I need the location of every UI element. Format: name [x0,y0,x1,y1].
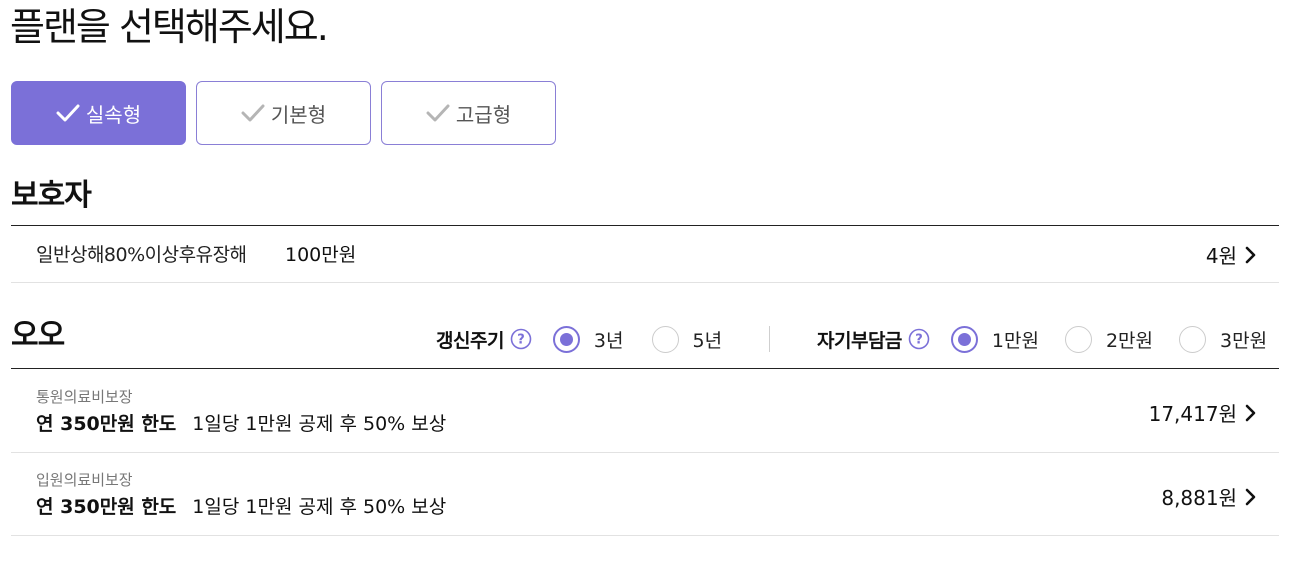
renewal-option-radio[interactable]: 3년 [552,325,624,353]
coverage-limit: 연 350만원 한도 [36,413,177,435]
renewal-period-label: 갱신주기 [436,329,504,352]
radio-label: 1만원 [991,329,1039,352]
row-divider [11,535,1279,536]
chevron-right-icon [1245,404,1257,422]
page-title: 플랜을 선택해주세요. [10,5,329,49]
coverage-price[interactable]: 4원 [1206,240,1257,269]
deductible-option-radio[interactable]: 1만원 [950,325,1039,353]
chevron-right-icon [1245,488,1257,506]
coverage-item-row[interactable]: 입원의료비보장 연 350만원 한도 1일당 1만원 공제 후 50% 보상 8,… [11,453,1279,535]
coverage-item-row[interactable]: 통원의료비보장 연 350만원 한도 1일당 1만원 공제 후 50% 보상 17… [11,369,1279,452]
coverage-item-description: 연 350만원 한도 1일당 1만원 공제 후 50% 보상 [36,409,446,436]
radio-button[interactable] [950,325,978,353]
coverage-limit: 연 350만원 한도 [36,496,177,518]
row-divider [11,282,1279,283]
radio-label: 3년 [593,329,624,352]
plan-selector: 실속형 기본형 고급형 [11,81,556,145]
coverage-amount: 100만원 [285,244,357,266]
deductible-option-radio[interactable]: 2만원 [1064,325,1154,353]
radio-label: 2만원 [1105,329,1154,352]
chevron-right-icon [1245,246,1257,264]
plan-selection-page: 플랜을 선택해주세요. 실속형 기본형 고급형 보호자 일반상해80%이상후유장… [0,0,1290,576]
coverage-detail: 1일당 1만원 공제 후 50% 보상 [192,496,447,518]
price-value: 8,881원 [1161,486,1237,510]
radio-label: 5년 [692,329,723,352]
plan-option-label: 실속형 [85,102,142,127]
question-circle-icon[interactable]: ? [908,328,930,350]
coverage-item-description: 연 350만원 한도 1일당 1만원 공제 후 50% 보상 [36,492,446,519]
svg-text:?: ? [517,333,525,348]
radio-button[interactable] [1179,325,1207,353]
coverage-label: 일반상해80%이상후유장해 [36,244,247,266]
price-value: 17,417원 [1148,402,1237,426]
plan-option-button[interactable]: 고급형 [381,81,556,145]
plan-option-label: 고급형 [455,102,512,127]
coverage-item-category: 입원의료비보장 [36,471,133,489]
coverage-price[interactable]: 17,417원 [1149,398,1257,427]
medical-section-title: 오오 [11,318,65,353]
renewal-option-radio[interactable]: 5년 [651,325,723,353]
plan-option-button[interactable]: 기본형 [196,81,371,145]
guardian-section-title: 보호자 [11,178,92,213]
check-icon [426,103,450,123]
controls-divider [769,326,770,352]
radio-label: 3만원 [1220,329,1268,352]
guardian-coverage-row[interactable]: 일반상해80%이상후유장해 100만원 4원 [11,226,1279,282]
check-icon [241,103,265,123]
svg-text:?: ? [915,333,923,348]
renewal-period-group: 갱신주기 ? 3년 5년 [436,322,722,356]
coverage-detail: 1일당 1만원 공제 후 50% 보상 [192,413,447,435]
deductible-group: 자기부담금 ? 1만원 2만원 3만원 [817,322,1267,356]
radio-button[interactable] [651,325,679,353]
radio-button[interactable] [552,325,580,353]
plan-option-button[interactable]: 실속형 [11,81,186,145]
deductible-option-radio[interactable]: 3만원 [1179,325,1268,353]
radio-button[interactable] [1064,325,1092,353]
deductible-label: 자기부담금 [817,329,902,352]
coverage-price[interactable]: 8,881원 [1161,482,1257,511]
plan-option-label: 기본형 [270,102,327,127]
question-circle-icon[interactable]: ? [510,328,532,350]
coverage-item-category: 통원의료비보장 [36,388,133,406]
check-icon [56,103,80,123]
price-value: 4원 [1205,244,1237,268]
